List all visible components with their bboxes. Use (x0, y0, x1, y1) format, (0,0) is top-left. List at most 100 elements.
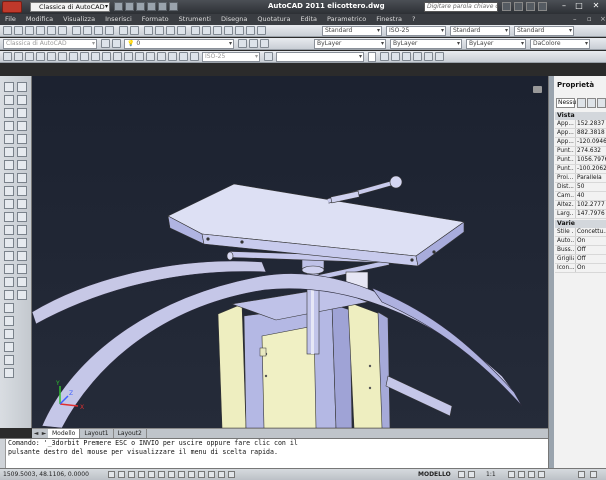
otrack-toggle[interactable] (168, 471, 175, 478)
color-select[interactable]: ByLayer ▾ (314, 39, 386, 49)
join-icon[interactable] (17, 251, 27, 261)
model-space-label[interactable]: MODELLO (418, 469, 451, 480)
linetype-select[interactable]: ByLayer ▾ (390, 39, 462, 49)
conceptual-icon[interactable] (424, 52, 433, 61)
center-mark-icon[interactable] (135, 52, 144, 61)
menu-help[interactable]: ? (407, 14, 420, 25)
zoom-realtime-icon[interactable] (155, 26, 164, 35)
workspace-select[interactable]: Classica di AutoCAD ▾ (30, 2, 110, 12)
copy-icon[interactable] (83, 26, 92, 35)
gradient-icon[interactable] (4, 277, 14, 287)
plot-style-select[interactable]: DaColore ▾ (530, 39, 590, 49)
lineweight-select[interactable]: ByLayer ▾ (466, 39, 526, 49)
offset-icon[interactable] (17, 121, 27, 131)
prop-row[interactable]: Punt... 1056.7976 (555, 156, 606, 165)
dim-edit-icon[interactable] (168, 52, 177, 61)
selection-select[interactable]: Nessu (556, 98, 576, 108)
status-menu-icon[interactable] (578, 471, 585, 478)
prop-row[interactable]: Proi... Parallela (555, 174, 606, 183)
design-center-icon[interactable] (202, 26, 211, 35)
baseline-dim-icon[interactable] (102, 52, 111, 61)
prop-row[interactable]: Buss...Off (555, 246, 606, 255)
menu-formato[interactable]: Formato (137, 14, 174, 25)
pan-icon[interactable] (144, 26, 153, 35)
help-icon[interactable] (538, 2, 547, 11)
rectangle-icon[interactable] (4, 134, 14, 144)
publish-icon[interactable] (58, 26, 67, 35)
view-select[interactable]: ▾ (276, 52, 364, 62)
tab-nav-next[interactable]: ► (40, 429, 48, 438)
dim-style-select[interactable]: ISO-25 ▾ (386, 26, 446, 36)
erase-icon[interactable] (17, 82, 27, 92)
dyn-toggle[interactable] (188, 471, 195, 478)
print-icon[interactable] (36, 26, 45, 35)
subscription-icon[interactable] (514, 2, 523, 11)
realistic-icon[interactable] (413, 52, 422, 61)
mirror-icon[interactable] (17, 108, 27, 118)
properties-icon[interactable] (191, 26, 200, 35)
visual-style-manager-icon[interactable] (435, 52, 444, 61)
drawing-viewport[interactable]: X Y Z (32, 76, 548, 428)
stretch-icon[interactable] (17, 186, 27, 196)
osnap-toggle[interactable] (148, 471, 155, 478)
ordinate-dim-icon[interactable] (36, 52, 45, 61)
annotation-visibility-icon[interactable] (508, 471, 515, 478)
explode-icon[interactable] (17, 290, 27, 300)
angular-dim-icon[interactable] (80, 52, 89, 61)
sheet-set-icon[interactable] (224, 26, 233, 35)
copy-object-icon[interactable] (17, 95, 27, 105)
trim-icon[interactable] (17, 199, 27, 209)
toggle-pickadd-icon[interactable] (577, 98, 586, 108)
lock-icon[interactable] (538, 471, 545, 478)
wireframe-2d-icon[interactable] (380, 52, 389, 61)
rotate-icon[interactable] (17, 160, 27, 170)
workspace-toolbar-select[interactable]: Classica di AutoCAD ▾ (3, 39, 97, 49)
prop-row[interactable]: Dist... 50 (555, 183, 606, 192)
prop-row[interactable]: Icon... On (555, 264, 606, 273)
match-properties-icon[interactable] (105, 26, 114, 35)
prop-row[interactable]: Larg... 147.7976 (555, 210, 606, 219)
prop-row[interactable]: Auto...On (555, 237, 606, 246)
menu-file[interactable]: File (0, 14, 21, 25)
quick-dim-icon[interactable] (91, 52, 100, 61)
autocad-logo-icon[interactable] (2, 1, 22, 13)
arc-length-icon[interactable] (25, 52, 34, 61)
tab-nav-prev[interactable]: ◄ (32, 429, 40, 438)
zoom-previous-icon[interactable] (177, 26, 186, 35)
ellipse-icon[interactable] (4, 199, 14, 209)
transparency-toggle[interactable] (208, 471, 215, 478)
dim-style-manager-icon[interactable] (264, 52, 273, 61)
layer-select[interactable]: 💡 0 ▾ (124, 39, 234, 49)
arc-icon[interactable] (4, 147, 14, 157)
annotation-scale[interactable]: 1:1 (486, 469, 496, 480)
menu-visualizza[interactable]: Visualizza (58, 14, 100, 25)
lineweight-toggle[interactable] (198, 471, 205, 478)
point-icon[interactable] (4, 251, 14, 261)
table-icon[interactable] (4, 303, 14, 313)
layer-states-icon[interactable] (260, 39, 269, 48)
preview-icon[interactable] (47, 26, 56, 35)
binoculars-icon[interactable] (502, 2, 511, 11)
select-objects-icon[interactable] (587, 98, 596, 108)
prop-row[interactable]: Cam... 40 (555, 192, 606, 201)
selection-cycling-toggle[interactable] (228, 471, 235, 478)
ellipse-arc-icon[interactable] (4, 212, 14, 222)
region-icon[interactable] (4, 290, 14, 300)
prop-row[interactable]: App... 152.2837 (555, 120, 606, 129)
prop-row[interactable]: App... 882.3818 (555, 129, 606, 138)
new-icon[interactable] (114, 2, 123, 11)
help-icon[interactable] (257, 26, 266, 35)
text-style-select[interactable]: Standard ▾ (322, 26, 382, 36)
wireframe-3d-icon[interactable] (391, 52, 400, 61)
mleader-style-select[interactable]: Standard ▾ (514, 26, 574, 36)
plot-icon[interactable] (169, 2, 178, 11)
break-icon[interactable] (17, 238, 27, 248)
aligned-dim-icon[interactable] (14, 52, 23, 61)
section-varie[interactable]: Varie (555, 220, 606, 228)
tab-layout1[interactable]: Layout1 (80, 429, 114, 438)
menu-finestra[interactable]: Finestra (371, 14, 407, 25)
hatch-icon[interactable] (4, 264, 14, 274)
command-window-grip[interactable] (0, 439, 6, 468)
star-icon[interactable] (526, 2, 535, 11)
menu-inserisci[interactable]: Inserisci (100, 14, 137, 25)
